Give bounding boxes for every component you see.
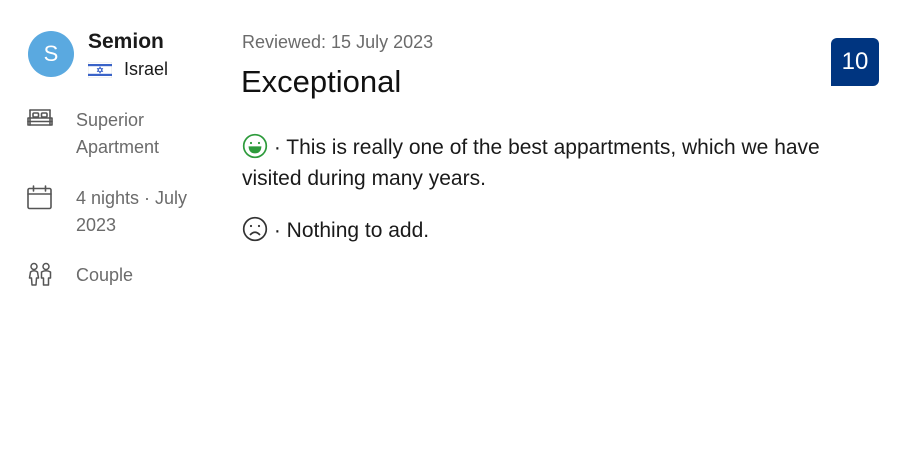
review-positive: · This is really one of the best appartm… bbox=[242, 132, 862, 194]
calendar-icon bbox=[27, 185, 52, 210]
review-negative: · Nothing to add. bbox=[242, 215, 862, 246]
israel-flag-icon bbox=[88, 61, 112, 78]
stay-duration: 4 nights · July 2023 bbox=[76, 188, 188, 235]
avatar: S bbox=[28, 31, 74, 77]
room-type-row: Superior Apartment bbox=[26, 107, 208, 161]
review-score-badge: 10 bbox=[831, 38, 879, 86]
reviewer-country: Israel bbox=[88, 59, 168, 80]
bed-icon bbox=[27, 109, 53, 126]
positive-text: · This is really one of the best appartm… bbox=[242, 136, 820, 190]
couple-icon bbox=[28, 262, 52, 286]
traveler-type: Couple bbox=[76, 265, 134, 285]
review-date: Reviewed: 15 July 2023 bbox=[242, 32, 434, 52]
review-headline: Exceptional bbox=[241, 64, 402, 99]
stay-duration-row: 4 nights · July 2023 bbox=[26, 185, 208, 239]
sad-face-icon bbox=[242, 216, 268, 242]
country-name: Israel bbox=[124, 59, 169, 79]
traveler-type-row: Couple bbox=[26, 262, 208, 289]
happy-face-icon bbox=[242, 133, 268, 159]
avatar-initial: S bbox=[43, 41, 59, 66]
room-type: Superior Apartment bbox=[76, 110, 160, 157]
reviewer-name: Semion bbox=[88, 30, 164, 53]
negative-text: · Nothing to add. bbox=[273, 219, 430, 242]
review-score: 10 bbox=[841, 48, 869, 75]
